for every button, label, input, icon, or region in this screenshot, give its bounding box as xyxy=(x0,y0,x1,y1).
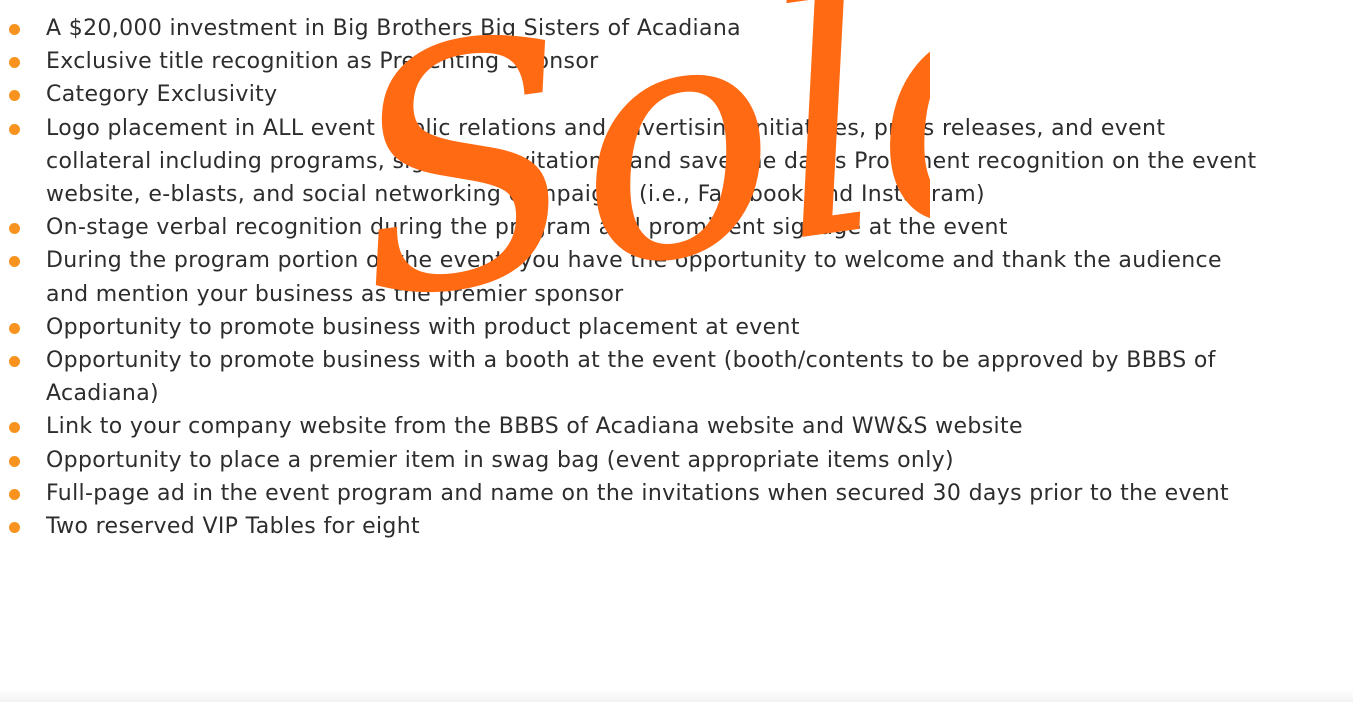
bullet-icon xyxy=(9,123,20,135)
bullet-icon xyxy=(9,322,20,334)
bullet-icon xyxy=(9,90,20,102)
bullet-icon xyxy=(9,522,20,533)
bullet-icon xyxy=(9,422,20,434)
bullet-icon xyxy=(9,223,20,235)
bullet-icon xyxy=(9,256,20,268)
bottom-edge-fade xyxy=(0,690,1353,702)
bullet-icon xyxy=(9,24,20,35)
bullet-icon xyxy=(9,356,20,367)
benefit-text-line: Opportunity to promote business with a b… xyxy=(46,348,1216,373)
bullet-icon xyxy=(9,455,20,467)
bullet-icon xyxy=(9,488,20,500)
benefit-text-line: Two reserved VIP Tables for eight xyxy=(46,514,421,539)
bullet-icon xyxy=(9,57,20,69)
